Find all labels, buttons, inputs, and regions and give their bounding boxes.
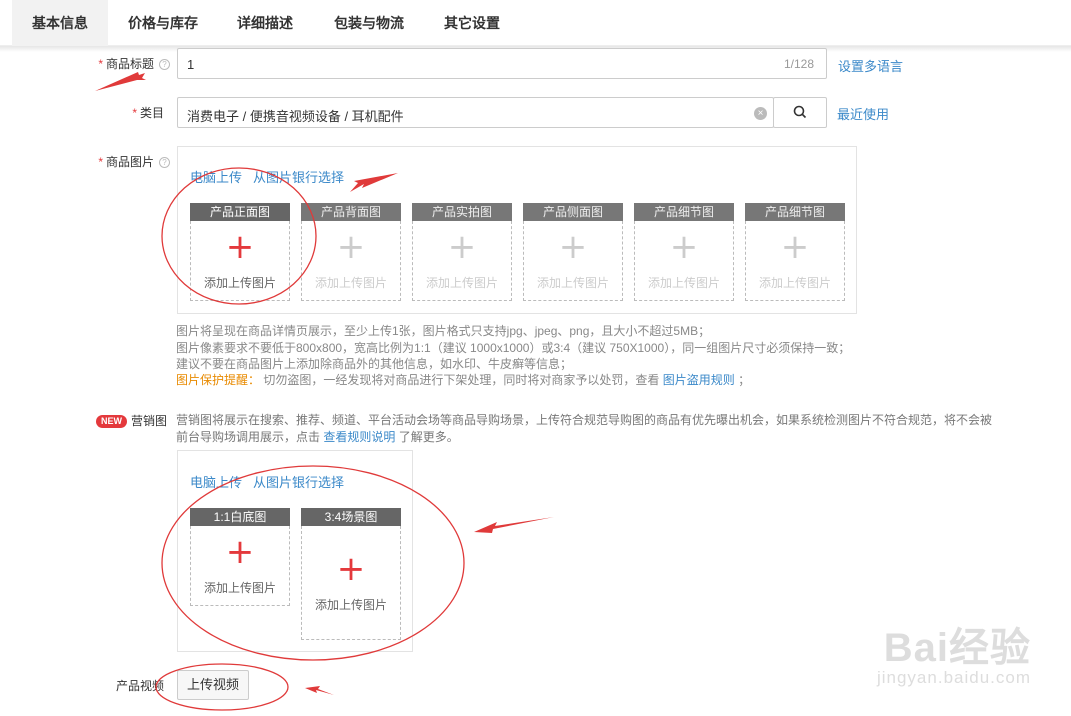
category-label-row: * 类目: [80, 104, 164, 121]
slot-add-text: 添加上传图片: [203, 581, 276, 595]
slot-title: 产品细节图: [745, 203, 845, 221]
marketing-desc-1: 营销图将展示在搜索、推荐、频道、平台活动会场等商品导购场景，上传符合规范导购图的…: [176, 413, 993, 427]
protection-warning-label: 图片保护提醒：: [176, 373, 261, 387]
marketing-desc-text-b: 了解更多。: [398, 430, 459, 444]
upload-from-pc-link[interactable]: 电脑上传: [190, 472, 242, 491]
annotation-arrow: [474, 517, 554, 533]
slot-dropzone[interactable]: + 添加上传图片: [523, 221, 623, 301]
image-rule-link[interactable]: 图片盗用规则: [663, 373, 735, 387]
slot-title: 产品背面图: [301, 203, 401, 221]
upload-from-bank-link[interactable]: 从图片银行选择: [253, 472, 344, 491]
slot-dropzone[interactable]: + 添加上传图片: [412, 221, 512, 301]
product-images-label: 商品图片: [105, 155, 154, 169]
tab-price-stock[interactable]: 价格与库存: [128, 0, 198, 46]
tab-bar: 基本信息 价格与库存 详细描述 包装与物流 其它设置: [0, 0, 1071, 46]
image-slot-white-bg[interactable]: 1:1白底图 + 添加上传图片: [190, 508, 290, 606]
protection-warning-text: 切勿盗图，一经发现将对商品进行下架处理，同时将对商家予以处罚，查看: [263, 373, 660, 387]
marketing-desc-2: 前台导购场调用展示，点击 查看规则说明 了解更多。: [176, 428, 459, 445]
search-icon: [793, 105, 807, 119]
slot-dropzone[interactable]: + 添加上传图片: [745, 221, 845, 301]
title-label-row: * 商品标题?: [80, 55, 170, 72]
plus-icon: +: [780, 227, 810, 267]
slot-title: 3:4场景图: [301, 508, 401, 526]
tab-other-settings[interactable]: 其它设置: [444, 0, 500, 46]
slot-title: 产品侧面图: [523, 203, 623, 221]
image-slot-scene[interactable]: 3:4场景图 + 添加上传图片: [301, 508, 401, 640]
required-mark: *: [98, 155, 103, 169]
plus-icon: +: [336, 549, 366, 589]
watermark-brand: Bai经验: [883, 626, 1031, 670]
slot-add-text: 添加上传图片: [647, 276, 720, 290]
upload-from-bank-link[interactable]: 从图片银行选择: [253, 167, 344, 186]
watermark-url: jingyan.baidu.com: [876, 668, 1031, 687]
marketing-label: 营销图: [131, 414, 168, 428]
category-label: 类目: [139, 106, 164, 120]
annotation-arrow: [305, 686, 334, 695]
slot-dropzone[interactable]: + 添加上传图片: [301, 526, 401, 640]
help-icon[interactable]: ?: [159, 157, 170, 168]
marketing-label-row: NEW 营销图: [96, 412, 168, 429]
required-mark: *: [98, 57, 103, 71]
title-label: 商品标题: [105, 57, 154, 71]
image-slot-side[interactable]: 产品侧面图 + 添加上传图片: [523, 203, 623, 301]
note-tail: ；: [738, 373, 751, 387]
slot-dropzone[interactable]: + 添加上传图片: [301, 221, 401, 301]
image-protection-note: 图片保护提醒： 切勿盗图，一经发现将对商品进行下架处理，同时将对商家予以处罚，查…: [176, 371, 750, 388]
plus-icon: +: [225, 227, 255, 267]
title-input-value: 1: [187, 57, 195, 72]
slot-title: 产品正面图: [190, 203, 290, 221]
slot-add-text: 添加上传图片: [203, 276, 276, 290]
product-images-label-row: * 商品图片?: [80, 153, 170, 170]
product-images-panel: 电脑上传 从图片银行选择 产品正面图 + 添加上传图片 产品背面图 + 添加上传…: [177, 146, 857, 314]
slot-dropzone[interactable]: + 添加上传图片: [190, 221, 290, 301]
title-input[interactable]: 1 1/128: [177, 48, 827, 79]
image-slot-front[interactable]: 产品正面图 + 添加上传图片: [190, 203, 290, 301]
slot-add-text: 添加上传图片: [425, 276, 498, 290]
title-char-counter: 1/128: [783, 57, 814, 71]
slot-add-text: 添加上传图片: [758, 276, 831, 290]
baidu-watermark: Bai经验 jingyan.baidu.com: [877, 628, 1031, 688]
slot-dropzone[interactable]: + 添加上传图片: [190, 526, 290, 606]
image-slot-detail-2[interactable]: 产品细节图 + 添加上传图片: [745, 203, 845, 301]
plus-icon: +: [336, 227, 366, 267]
marketing-rule-link[interactable]: 查看规则说明: [323, 430, 395, 444]
tab-description[interactable]: 详细描述: [237, 0, 293, 46]
slot-title: 产品细节图: [634, 203, 734, 221]
slot-add-text: 添加上传图片: [536, 276, 609, 290]
category-input-value: 消费电子 / 便携音视频设备 / 耳机配件: [187, 109, 404, 124]
clear-icon[interactable]: ×: [754, 107, 767, 120]
annotation-arrow: [95, 72, 146, 91]
slot-dropzone[interactable]: + 添加上传图片: [634, 221, 734, 301]
plus-icon: +: [558, 227, 588, 267]
image-slot-back[interactable]: 产品背面图 + 添加上传图片: [301, 203, 401, 301]
image-note-1: 图片将呈现在商品详情页展示，至少上传1张，图片格式只支持jpg、jpeg、png…: [176, 324, 711, 338]
image-slot-detail-1[interactable]: 产品细节图 + 添加上传图片: [634, 203, 734, 301]
plus-icon: +: [447, 227, 477, 267]
slot-add-text: 添加上传图片: [314, 276, 387, 290]
category-search-button[interactable]: [773, 97, 827, 128]
image-note-3: 建议不要在商品图片上添加除商品外的其他信息，如水印、牛皮癣等信息；: [176, 357, 573, 371]
marketing-desc-text-a: 前台导购场调用展示，点击: [176, 430, 321, 444]
upload-video-button[interactable]: 上传视频: [177, 670, 249, 700]
video-label: 产品视频: [115, 679, 164, 693]
multilang-link[interactable]: 设置多语言: [838, 56, 903, 75]
new-badge: NEW: [96, 415, 127, 428]
slot-add-text: 添加上传图片: [314, 598, 387, 612]
tab-packaging-logistics[interactable]: 包装与物流: [334, 0, 404, 46]
plus-icon: +: [669, 227, 699, 267]
help-icon[interactable]: ?: [159, 59, 170, 70]
category-input[interactable]: 消费电子 / 便携音视频设备 / 耳机配件 ×: [177, 97, 774, 128]
image-slot-real[interactable]: 产品实拍图 + 添加上传图片: [412, 203, 512, 301]
slot-title: 产品实拍图: [412, 203, 512, 221]
slot-title: 1:1白底图: [190, 508, 290, 526]
tab-basic-info[interactable]: 基本信息: [12, 0, 108, 46]
recent-used-link[interactable]: 最近使用: [837, 104, 889, 123]
required-mark: *: [132, 106, 137, 120]
upload-from-pc-link[interactable]: 电脑上传: [190, 167, 242, 186]
marketing-images-panel: 电脑上传 从图片银行选择 1:1白底图 + 添加上传图片 3:4场景图 + 添加…: [177, 450, 413, 652]
plus-icon: +: [225, 532, 255, 572]
image-note-2: 图片像素要求不要低于800x800，宽高比例为1:1（建议 1000x1000）…: [176, 341, 851, 355]
